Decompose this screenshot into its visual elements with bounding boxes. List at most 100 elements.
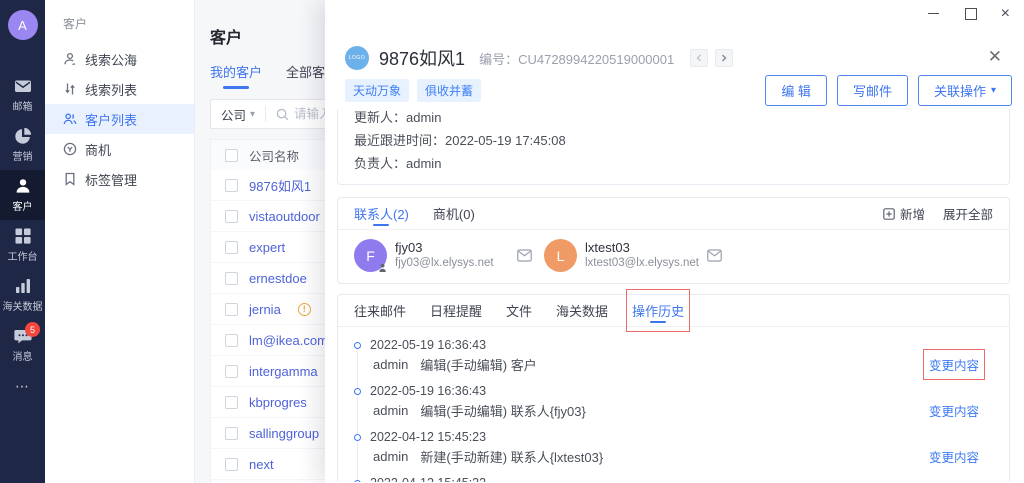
sidebar-item-label: 线索公海 [85,50,137,69]
add-contact-button[interactable]: 新增 [883,204,925,223]
rail-item-mailbox[interactable]: 邮箱 [0,70,45,120]
row-checkbox[interactable] [225,179,238,192]
tag-management-icon [63,172,77,186]
module-sidebar: 客户 线索公海 线索列表 客户列表 商机 标签管理 [45,0,195,483]
company-link[interactable]: sallinggroup [249,426,319,441]
row-checkbox[interactable] [225,210,238,223]
nav-rail: A 邮箱 营销 客户 工作台 海关数据 5 消息 ⋯ [0,0,45,483]
activity-card-header: 往来邮件 日程提醒 文件 海关数据 操作历史 [338,295,1009,327]
company-link[interactable]: ernestdoe [249,271,307,286]
row-checkbox[interactable] [225,272,238,285]
next-record-button[interactable] [715,49,733,67]
company-link[interactable]: jernia [249,302,281,317]
rail-item-customs-data[interactable]: 海关数据 [0,270,45,320]
sidebar-item-label: 商机 [85,140,111,159]
contact-item[interactable]: L lxtest03 lxtest03@lx.elysys.net [544,239,722,272]
rail-item-workbench[interactable]: 工作台 [0,220,45,270]
sidebar-item-tag-management[interactable]: 标签管理 [45,164,194,194]
company-link[interactable]: lm@ikea.com [249,333,328,348]
rail-item-customer[interactable]: 客户 [0,170,45,220]
tab-contacts[interactable]: 联系人(2) [354,198,409,229]
chevron-right-icon [720,54,728,62]
sidebar-item-clue-list[interactable]: 线索列表 [45,74,194,104]
mail-icon [14,77,32,95]
tab-emails[interactable]: 往来邮件 [354,295,406,326]
timeline-dot [354,342,361,349]
filter-field-label: 公司 [221,105,246,124]
company-link[interactable]: kbprogres [249,395,307,410]
window-maximize-icon[interactable] [964,7,977,20]
row-checkbox[interactable] [225,303,238,316]
filter-field-dropdown[interactable]: 公司 ▾ [221,105,255,124]
expand-all-button[interactable]: 展开全部 [943,204,993,223]
divider [265,106,266,122]
company-link[interactable]: expert [249,240,285,255]
change-content-link[interactable]: 变更内容 [929,447,979,466]
contact-item[interactable]: F fjy03 fjy03@lx.elysys.net [354,239,532,272]
company-link[interactable]: intergamma [249,364,318,379]
sidebar-item-customer-list[interactable]: 客户列表 [45,104,194,134]
customer-info-card: 更新人：admin 最近跟进时间：2022-05-19 17:45:08 负责人… [337,109,1010,185]
entry-description: 编辑(手动编辑) 联系人{fjy03} [420,401,585,420]
more-menu-icon[interactable]: ⋯ [15,378,30,395]
prev-record-button[interactable] [690,49,708,67]
tab-my-customers[interactable]: 我的客户 [210,62,262,89]
activity-card: 往来邮件 日程提醒 文件 海关数据 操作历史 2022-05-19 16:36:… [337,294,1010,482]
customs-data-icon [14,277,32,295]
sidebar-item-opportunity[interactable]: 商机 [45,134,194,164]
timeline-dot [354,434,361,441]
change-content-link[interactable]: 变更内容 [929,401,979,420]
sidebar-item-clue-pool[interactable]: 线索公海 [45,44,194,74]
info-last-follow-time: 最近跟进时间：2022-05-19 17:45:08 [354,129,993,152]
rail-item-label: 消息 [13,348,33,363]
message-badge: 5 [25,322,40,337]
customer-tag[interactable]: 天动万象 [345,79,409,102]
operation-history-timeline: 2022-05-19 16:36:43 admin 编辑(手动编辑) 客户 变更… [338,327,1009,482]
company-link[interactable]: vistaoutdoor [249,209,320,224]
row-checkbox[interactable] [225,365,238,378]
related-card: 联系人(2) 商机(0) 新增 展开全部 F fjy03 [337,197,1010,284]
customer-tag[interactable]: 俱收并蓄 [417,79,481,102]
related-card-header: 联系人(2) 商机(0) 新增 展开全部 [338,198,1009,230]
opportunity-icon [63,142,77,156]
entry-time: 2022-05-19 16:36:43 [370,384,486,398]
tab-opportunities[interactable]: 商机(0) [433,198,475,229]
send-mail-icon[interactable] [707,249,722,262]
customer-detail-drawer: × ✕ LOGO 9876如风1 编号：CU472899422051900000… [325,0,1024,483]
rail-item-label: 营销 [13,148,33,163]
contact-list: F fjy03 fjy03@lx.elysys.net L lxtest03 l… [338,230,1009,283]
change-content-link[interactable]: 变更内容 [929,355,979,374]
write-email-button[interactable]: 写邮件 [837,75,908,106]
row-checkbox[interactable] [225,334,238,347]
history-entry: 2022-05-19 16:36:43 admin 编辑(手动编辑) 客户 变更… [354,336,993,375]
company-link[interactable]: next [249,457,274,472]
edit-button[interactable]: 编 辑 [765,75,827,106]
company-link[interactable]: 9876如风1 [249,176,311,195]
tab-customs-data[interactable]: 海关数据 [556,295,608,326]
row-checkbox[interactable] [225,241,238,254]
drawer-subheader: 天动万象 俱收并蓄 编 辑 写邮件 关联操作▾ [325,77,1024,103]
row-checkbox[interactable] [225,396,238,409]
row-checkbox[interactable] [225,458,238,471]
timeline-dot [354,388,361,395]
user-avatar[interactable]: A [8,10,38,40]
window-minimize-icon[interactable] [927,7,940,20]
drawer-close-icon[interactable]: ✕ [988,48,1002,65]
rail-item-marketing[interactable]: 营销 [0,120,45,170]
window-close-icon[interactable]: × [1001,7,1010,20]
entry-user: admin [373,449,408,464]
rail-item-messages[interactable]: 5 消息 [0,320,45,370]
select-all-checkbox[interactable] [225,149,238,162]
history-entry: 2022-04-12 15:45:23 admin 新建(手动新建) 联系人{l… [354,428,993,467]
tab-files[interactable]: 文件 [506,295,532,326]
entry-description: 新建(手动新建) 联系人{lxtest03} [420,447,603,466]
entry-time: 2022-04-12 15:45:23 [370,430,486,444]
tab-schedule-reminders[interactable]: 日程提醒 [430,295,482,326]
send-mail-icon[interactable] [517,249,532,262]
related-operations-button[interactable]: 关联操作▾ [918,75,1012,106]
drawer-actions: 编 辑 写邮件 关联操作▾ [765,75,1012,106]
row-checkbox[interactable] [225,427,238,440]
clue-list-icon [63,82,77,96]
tab-operation-history[interactable]: 操作历史 [632,295,684,326]
entry-user: admin [373,403,408,418]
